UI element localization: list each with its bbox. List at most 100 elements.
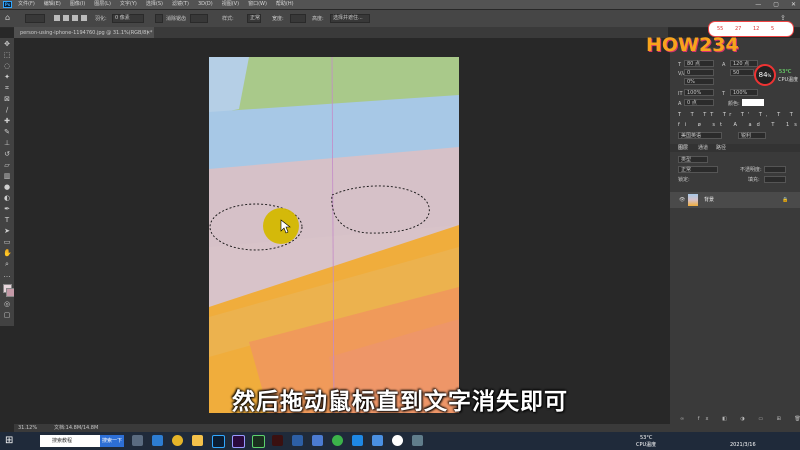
windows-start-icon[interactable]: ⊞ <box>5 436 15 446</box>
select-and-mask-button[interactable]: 选择并遮住... <box>330 14 370 23</box>
overlay-button-3[interactable]: 12 <box>753 26 759 32</box>
magic-wand-tool-icon[interactable]: ✦ <box>3 73 11 81</box>
menu-layer[interactable]: 图层(L) <box>94 1 111 7</box>
text-color-swatch[interactable] <box>742 99 764 106</box>
menu-type[interactable]: 文字(Y) <box>120 1 137 7</box>
premiere-taskbar-icon[interactable] <box>232 435 245 448</box>
brush-tool-icon[interactable]: ✎ <box>3 128 11 136</box>
document-tab-close-icon[interactable]: ✕ <box>146 30 150 36</box>
opacity-field[interactable] <box>764 166 786 173</box>
blur-tool-icon[interactable]: ● <box>3 183 11 191</box>
style-dropdown[interactable]: 正常 <box>247 14 261 23</box>
shape-tool-icon[interactable]: ▭ <box>3 238 11 246</box>
home-icon[interactable]: ⌂ <box>5 14 13 22</box>
healing-brush-tool-icon[interactable]: ✚ <box>3 117 11 125</box>
fill-field[interactable] <box>764 176 786 183</box>
wechat-taskbar-icon[interactable] <box>332 435 343 446</box>
marquee-tool-icon[interactable]: ⬚ <box>3 51 11 59</box>
menu-edit[interactable]: 编辑(E) <box>44 1 61 7</box>
menu-help[interactable]: 帮助(H) <box>276 1 294 7</box>
adobe-taskbar-icon[interactable] <box>272 435 283 446</box>
quick-mask-icon[interactable]: ◎ <box>3 300 11 308</box>
marquee-preset-button[interactable] <box>25 14 45 23</box>
animate-taskbar-icon[interactable] <box>252 435 265 448</box>
width-field[interactable] <box>190 14 208 23</box>
zoom-tool-icon[interactable]: ⌕ <box>3 260 11 268</box>
app-taskbar-icon-4[interactable] <box>372 435 383 446</box>
font-size-field[interactable]: 80 点 <box>684 60 714 67</box>
layer-filter-dropdown[interactable]: 类型 <box>678 156 708 163</box>
how234-watermark: HOW234 <box>646 34 739 56</box>
menu-image[interactable]: 图像(I) <box>70 1 85 7</box>
clone-stamp-tool-icon[interactable]: ⊥ <box>3 139 11 147</box>
edge-browser-icon[interactable] <box>152 435 163 446</box>
visibility-eye-icon[interactable]: 👁 <box>679 197 685 203</box>
close-button[interactable]: ✕ <box>791 1 796 8</box>
tracking-field[interactable]: 50 <box>730 69 754 76</box>
opentype-buttons[interactable]: fi ø st A ad T 1st ½ <box>678 122 800 128</box>
crop-tool-icon[interactable]: ⌗ <box>3 84 11 92</box>
tray-cpu-temp: 53°C <box>640 435 653 441</box>
zoom-level[interactable]: 31.12% <box>18 425 37 431</box>
menu-select[interactable]: 选择(S) <box>146 1 163 7</box>
tab-paths[interactable]: 路径 <box>716 145 726 151</box>
path-selection-tool-icon[interactable]: ➤ <box>3 227 11 235</box>
tab-layers[interactable]: 图层 <box>678 145 688 151</box>
menu-view[interactable]: 视图(V) <box>222 1 239 7</box>
hand-tool-icon[interactable]: ✋ <box>3 249 12 257</box>
antialias-checkbox[interactable] <box>155 14 163 23</box>
file-explorer-icon[interactable] <box>192 435 203 446</box>
overlay-button-2[interactable]: 27 <box>735 26 741 32</box>
app-taskbar-icon-1[interactable] <box>292 435 303 446</box>
lasso-tool-icon[interactable]: ◌ <box>3 62 11 70</box>
chrome-icon[interactable] <box>172 435 183 446</box>
screen-mode-icon[interactable]: ▢ <box>3 311 11 319</box>
tsume-field[interactable]: 0% <box>684 78 714 85</box>
pen-tool-icon[interactable]: ✒ <box>3 205 11 213</box>
kerning-field[interactable]: 0 <box>684 69 714 76</box>
menu-filter[interactable]: 滤镜(T) <box>172 1 189 7</box>
task-view-icon[interactable] <box>132 435 143 446</box>
horizontal-scale-field[interactable]: 100% <box>730 89 758 96</box>
menu-file[interactable]: 文件(F) <box>18 1 35 7</box>
app-taskbar-icon-5[interactable] <box>412 435 423 446</box>
app-taskbar-icon-3[interactable] <box>352 435 363 446</box>
maximize-button[interactable]: ▢ <box>773 1 779 8</box>
leading-field[interactable]: 120 点 <box>730 60 758 67</box>
type-tool-icon[interactable]: T <box>3 216 11 224</box>
menu-3d[interactable]: 3D(D) <box>198 1 213 7</box>
blend-mode-dropdown[interactable]: 正常 <box>678 166 718 173</box>
vertical-scale-icon: IT <box>678 91 683 97</box>
language-dropdown[interactable]: 美国英语 <box>678 132 722 139</box>
overlay-button-4[interactable]: 5 <box>771 26 774 32</box>
more-tools-icon[interactable]: … <box>3 271 11 279</box>
layer-row[interactable]: 👁 背景 🔒 <box>670 192 800 208</box>
document-canvas[interactable] <box>209 57 459 413</box>
vertical-scale-field[interactable]: 100% <box>684 89 714 96</box>
taskbar-search-box[interactable]: 搜索教程 <box>40 435 100 447</box>
eyedropper-tool-icon[interactable]: ∕ <box>3 106 11 114</box>
frame-tool-icon[interactable]: ⊠ <box>3 95 11 103</box>
layer-thumbnail <box>688 194 698 206</box>
document-tab[interactable]: person-using-iphone-1194760.jpg @ 31.1%(… <box>14 27 154 38</box>
height-field[interactable] <box>290 14 306 23</box>
taskbar-search-button[interactable]: 搜索一下 <box>100 435 124 447</box>
tab-channels[interactable]: 通道 <box>698 145 708 151</box>
eraser-tool-icon[interactable]: ▱ <box>3 161 11 169</box>
selection-mode-icons[interactable] <box>54 15 87 21</box>
antialias-dropdown[interactable]: 锐利 <box>738 132 766 139</box>
dodge-tool-icon[interactable]: ◐ <box>3 194 11 202</box>
app-taskbar-icon-2[interactable] <box>312 435 323 446</box>
menu-window[interactable]: 窗口(W) <box>248 1 267 7</box>
type-style-buttons[interactable]: T T TT Tr T' T, T T <box>678 112 797 118</box>
layers-panel-header: 图层 通道 路径 <box>670 144 800 152</box>
overlay-button-1[interactable]: 55 <box>717 26 723 32</box>
minimize-button[interactable]: — <box>755 1 761 8</box>
history-brush-tool-icon[interactable]: ↺ <box>3 150 11 158</box>
feather-field[interactable]: 0 像素 <box>112 14 144 23</box>
gradient-tool-icon[interactable]: ▥ <box>3 172 11 180</box>
photoshop-taskbar-icon[interactable] <box>212 435 225 448</box>
move-tool-icon[interactable]: ✥ <box>3 40 11 48</box>
recorder-taskbar-icon[interactable] <box>392 435 403 446</box>
baseline-shift-field[interactable]: 0 点 <box>684 99 714 106</box>
